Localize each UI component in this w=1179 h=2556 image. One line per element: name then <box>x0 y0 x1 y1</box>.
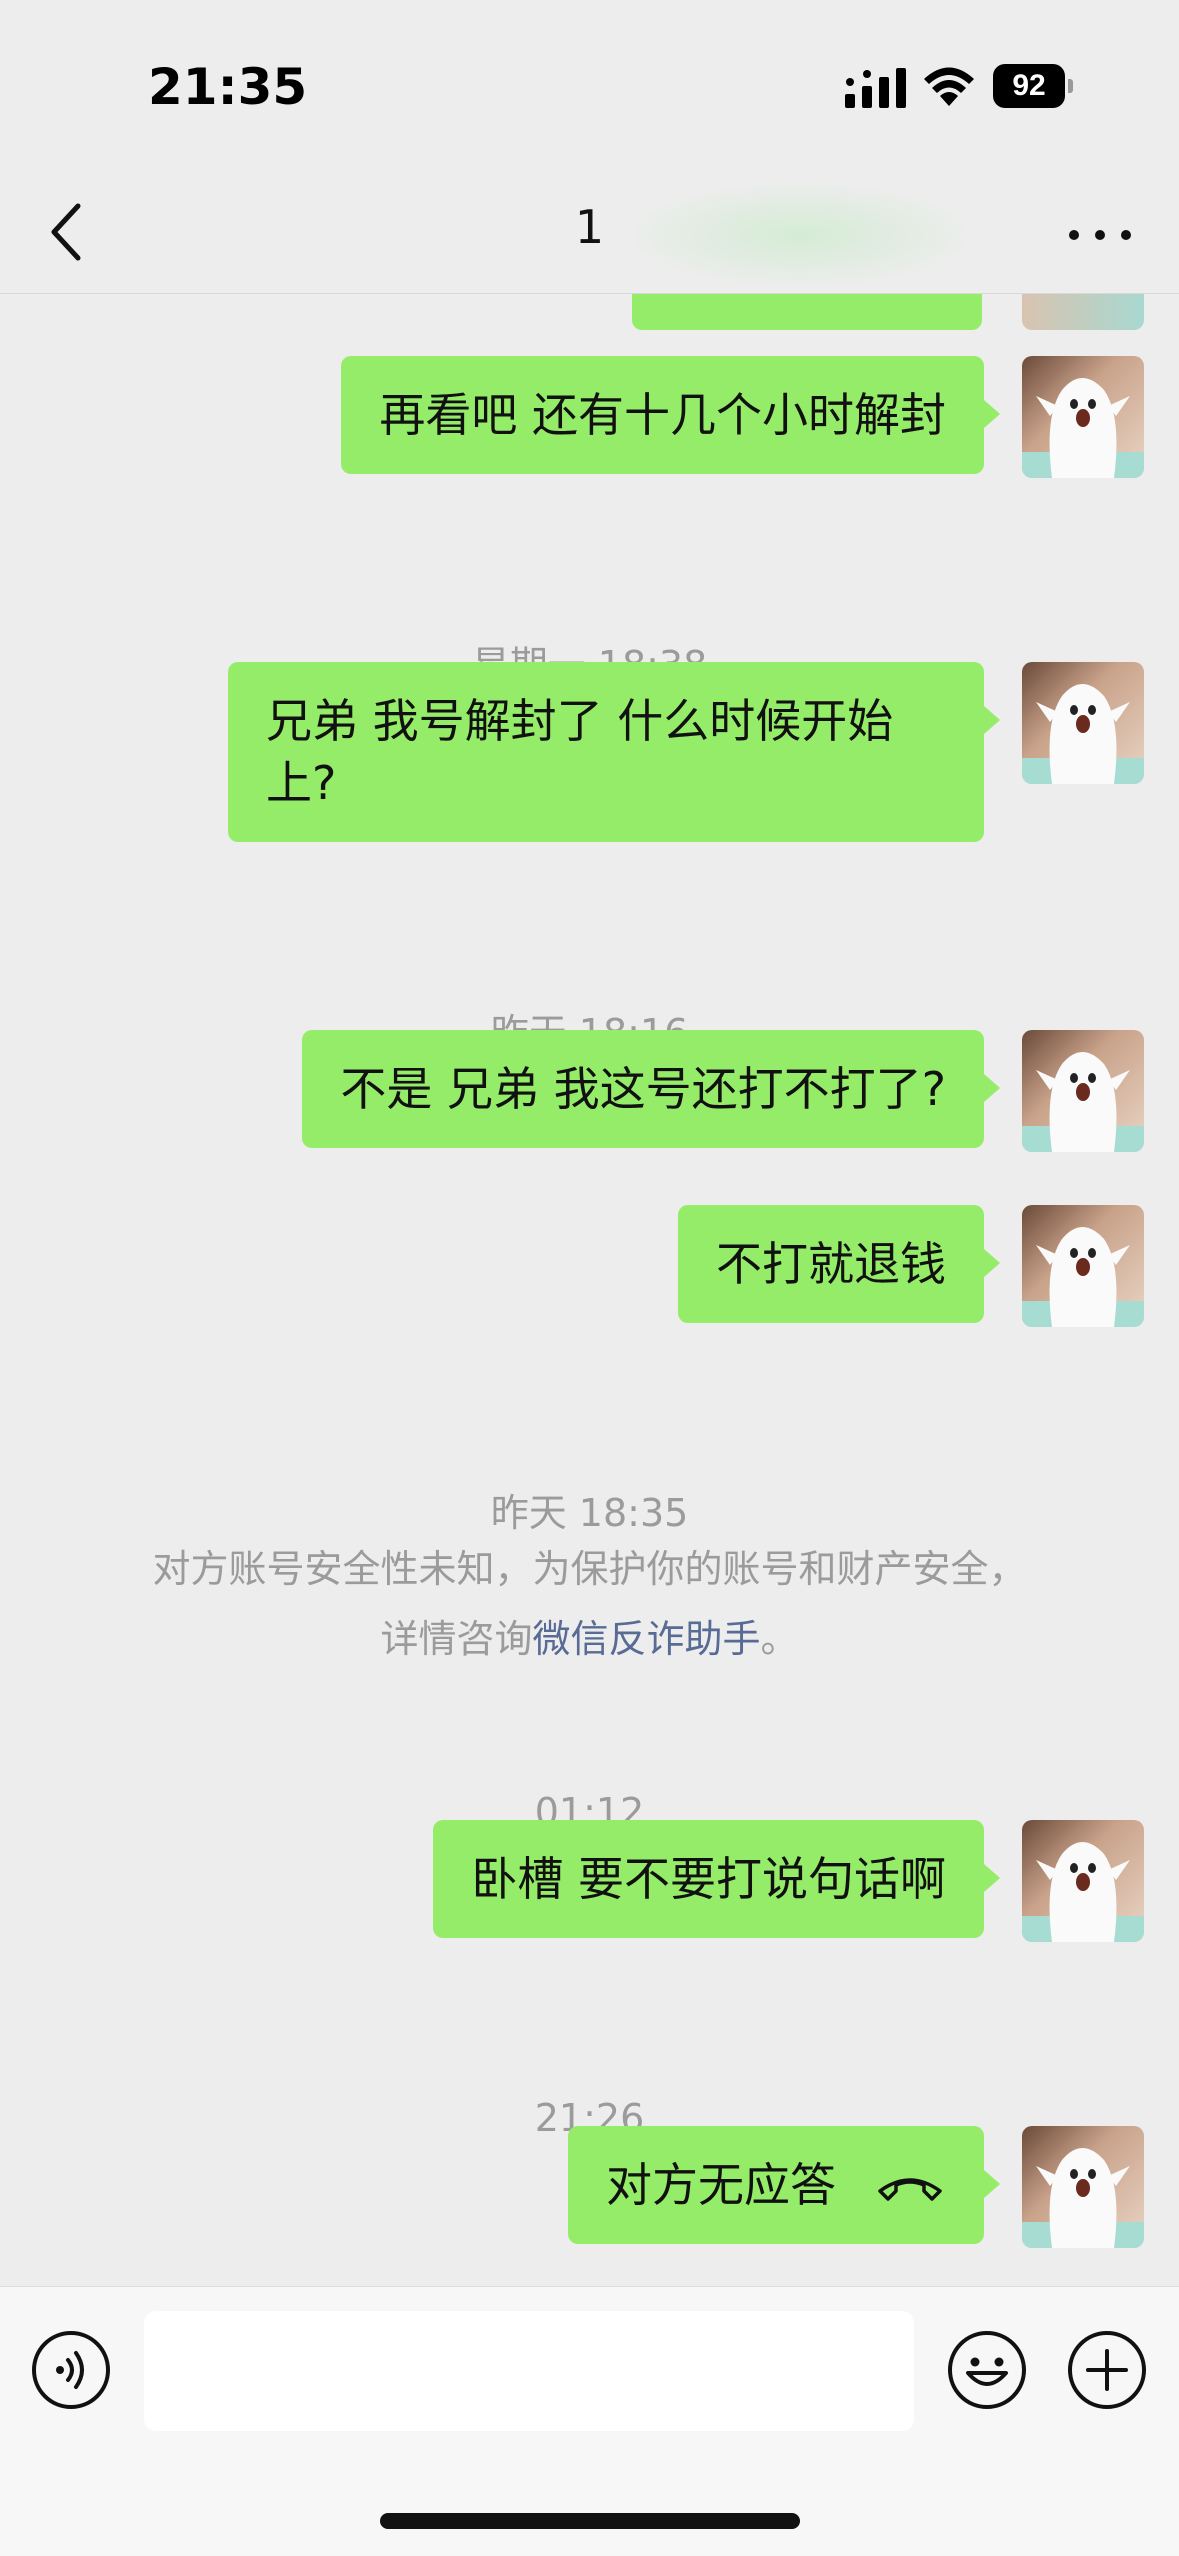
message-row: 兄弟 我号解封了 什么时候开始 上? <box>228 662 1144 842</box>
avatar[interactable] <box>1022 1030 1144 1152</box>
timestamp: 昨天 18:35 <box>490 1491 689 1535</box>
emoji-icon[interactable] <box>946 2329 1028 2411</box>
call-status-text: 对方无应答 <box>606 2158 836 2212</box>
anti-fraud-assistant-link[interactable]: 微信反诈助手 <box>532 1617 760 1661</box>
message-row: 不打就退钱 <box>678 1205 1144 1327</box>
chat-area[interactable]: 再看吧 还有十几个小时解封 星期一 18:38 兄弟 我号解封了 什么时候开始 … <box>0 294 1179 2286</box>
message-bubble[interactable]: 不打就退钱 <box>678 1205 1000 1323</box>
avatar[interactable] <box>1022 662 1144 784</box>
avatar[interactable] <box>1022 2126 1144 2248</box>
nav-bar: 1 <box>0 170 1179 294</box>
wifi-icon <box>924 67 974 106</box>
message-bubble[interactable]: 不是 兄弟 我这号还打不打了? <box>302 1030 1000 1148</box>
home-indicator[interactable] <box>380 2513 800 2529</box>
voice-input-icon[interactable] <box>30 2329 112 2411</box>
status-time: 21:35 <box>148 58 308 116</box>
status-bar: 21:35 92 <box>0 0 1179 170</box>
chat-title: 1 <box>574 200 605 254</box>
call-message-bubble[interactable]: 对方无应答 <box>568 2126 1000 2244</box>
security-notice: 对方账号安全性未知，为保护你的账号和财产安全， 详情咨询微信反诈助手。 <box>0 1534 1179 1674</box>
more-icon[interactable] <box>1060 210 1140 260</box>
plus-icon[interactable] <box>1066 2329 1148 2411</box>
battery-level: 92 <box>993 64 1065 108</box>
message-row: 不是 兄弟 我这号还打不打了? <box>302 1030 1144 1152</box>
notice-line-2: 详情咨询微信反诈助手。 <box>380 1617 799 1661</box>
message-bubble[interactable]: 兄弟 我号解封了 什么时候开始 上? <box>228 662 1000 842</box>
message-row: 对方无应答 <box>568 2126 1144 2248</box>
cellular-signal-icon <box>845 68 906 108</box>
message-input[interactable] <box>144 2311 914 2431</box>
avatar[interactable] <box>1022 1205 1144 1327</box>
notice-line-1: 对方账号安全性未知，为保护你的账号和财产安全， <box>152 1547 1027 1591</box>
message-bubble[interactable]: 卧槽 要不要打说句话啊 <box>433 1820 1000 1938</box>
partial-bubble <box>632 294 982 330</box>
message-row: 再看吧 还有十几个小时解封 <box>341 356 1144 478</box>
avatar[interactable] <box>1022 1820 1144 1942</box>
battery-icon: 92 <box>993 64 1073 108</box>
partial-avatar <box>1022 294 1144 330</box>
avatar[interactable] <box>1022 356 1144 478</box>
message-row: 卧槽 要不要打说句话啊 <box>433 1820 1144 1942</box>
phone-hangup-icon <box>878 2178 942 2201</box>
message-bubble[interactable]: 再看吧 还有十几个小时解封 <box>341 356 1000 474</box>
